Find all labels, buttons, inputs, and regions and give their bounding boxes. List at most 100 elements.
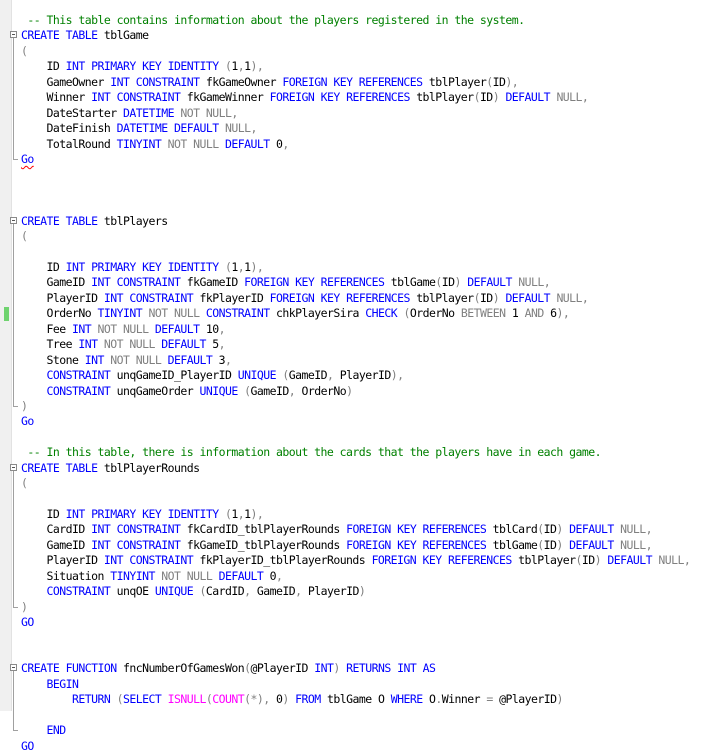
code-line-text: ID INT PRIMARY KEY IDENTITY (1,1), xyxy=(21,260,263,274)
code-line[interactable]: GameID INT CONSTRAINT fkGameID_tblPlayer… xyxy=(0,537,716,554)
keyword-token: FOREIGN KEY REFERENCES xyxy=(269,290,417,305)
code-line[interactable]: Stone INT NOT NULL DEFAULT 3, xyxy=(0,352,716,369)
collapse-region-icon[interactable] xyxy=(10,463,17,471)
code-line[interactable]: ( xyxy=(0,229,716,245)
code-line[interactable]: GameID INT CONSTRAINT fkGameID FOREIGN K… xyxy=(0,275,716,291)
operator-token: NULL, xyxy=(620,537,653,552)
code-line[interactable]: GO xyxy=(0,615,716,630)
identifier-token: GameID xyxy=(21,537,92,552)
code-area[interactable]: -- This table contains information about… xyxy=(0,13,716,754)
fold-guide xyxy=(13,275,14,291)
operator-token: ) xyxy=(358,584,366,599)
identifier-token: chkPlayerSira xyxy=(275,306,366,321)
collapse-region-icon[interactable] xyxy=(10,664,17,672)
keyword-token: DEFAULT xyxy=(154,321,206,336)
code-line[interactable]: Go xyxy=(0,151,716,167)
code-line[interactable] xyxy=(0,646,716,661)
code-line[interactable]: DateFinish DATETIME DEFAULT NULL, xyxy=(0,121,716,137)
code-line[interactable]: -- In this table, there is information a… xyxy=(0,445,716,460)
keyword-token: INT PRIMARY KEY IDENTITY xyxy=(65,260,225,274)
code-line[interactable]: CREATE TABLE tblGame xyxy=(0,28,716,44)
operator-token: , xyxy=(275,568,283,583)
code-line[interactable]: ( xyxy=(0,43,716,60)
identifier-token: tblPlayers xyxy=(103,213,168,228)
code-line[interactable] xyxy=(0,707,716,724)
code-line[interactable]: Winner INT CONSTRAINT fkGameWinner FOREI… xyxy=(0,90,716,106)
code-line-text: Situation TINYINT NOT NULL DEFAULT 0, xyxy=(21,569,282,583)
code-line[interactable] xyxy=(0,244,716,260)
operator-token: BETWEEN xyxy=(460,306,512,321)
identifier-token: ID xyxy=(543,522,557,537)
keyword-token: INT CONSTRAINT xyxy=(91,522,187,537)
code-line[interactable]: CONSTRAINT unqGameID_PlayerID UNIQUE (Ga… xyxy=(0,368,716,384)
code-line[interactable]: RETURN (SELECT ISNULL(COUNT(*), 0) FROM … xyxy=(0,692,716,708)
operator-token: ) xyxy=(556,692,563,707)
code-line[interactable] xyxy=(0,491,716,507)
code-line[interactable]: PlayerID INT CONSTRAINT fkPlayerID FOREI… xyxy=(0,290,716,307)
code-line[interactable] xyxy=(0,430,716,445)
code-line[interactable]: CONSTRAINT unqOE UNIQUE (CardID, GameID,… xyxy=(0,584,716,600)
code-line-text: Winner INT CONSTRAINT fkGameWinner FOREI… xyxy=(21,90,588,104)
sql-code-editor[interactable]: -- This table contains information about… xyxy=(0,0,716,753)
keyword-token: RETURNS INT AS xyxy=(346,661,436,676)
fold-guide xyxy=(13,568,14,585)
code-line[interactable]: ID INT PRIMARY KEY IDENTITY (1,1), xyxy=(0,59,716,75)
code-line[interactable]: ( xyxy=(0,476,716,492)
code-line[interactable]: DateStarter DATETIME NOT NULL, xyxy=(0,105,716,122)
code-line[interactable]: GameOwner INT CONSTRAINT fkGameOwner FOR… xyxy=(0,74,716,91)
fold-guide xyxy=(13,553,14,569)
code-line-text: DateFinish DATETIME DEFAULT NULL, xyxy=(21,121,257,135)
code-line[interactable]: ) xyxy=(0,398,716,414)
code-line[interactable]: Situation TINYINT NOT NULL DEFAULT 0, xyxy=(0,568,716,585)
identifier-token: ID xyxy=(543,537,557,552)
code-line[interactable]: BEGIN xyxy=(0,676,716,693)
code-line[interactable]: END xyxy=(0,723,716,738)
identifier-token: ID xyxy=(21,59,66,74)
code-line[interactable]: CREATE TABLE tblPlayers xyxy=(0,213,716,230)
identifier-token: tblPlayer xyxy=(518,553,576,568)
fold-guide xyxy=(13,337,14,353)
identifier-token: TotalRound xyxy=(21,136,117,151)
code-line[interactable]: Tree INT NOT NULL DEFAULT 5, xyxy=(0,337,716,353)
operator-token: ) xyxy=(556,537,570,552)
keyword-token: Go xyxy=(21,414,34,429)
keyword-token: DATETIME xyxy=(122,105,181,120)
code-line-text: CONSTRAINT unqGameOrder UNIQUE (GameID, … xyxy=(21,383,353,398)
keyword-token: INT xyxy=(314,661,334,676)
keyword-token: BEGIN xyxy=(21,676,79,691)
code-line-text: CREATE FUNCTION fncNumberOfGamesWon(@Pla… xyxy=(21,661,436,676)
keyword-token: UNIQUE xyxy=(199,383,245,398)
code-line-text: GameID INT CONSTRAINT fkGameID FOREIGN K… xyxy=(21,275,550,289)
code-line[interactable]: GO xyxy=(0,739,716,754)
code-line[interactable]: CREATE FUNCTION fncNumberOfGamesWon(@Pla… xyxy=(0,661,716,677)
code-line[interactable]: CONSTRAINT unqGameOrder UNIQUE (GameID, … xyxy=(0,383,716,399)
code-line[interactable]: OrderNo TINYINT NOT NULL CONSTRAINT chkP… xyxy=(0,306,716,322)
code-line[interactable]: CREATE TABLE tblPlayerRounds xyxy=(0,461,716,477)
code-line-text: GameOwner INT CONSTRAINT fkGameOwner FOR… xyxy=(21,75,518,89)
fold-guide xyxy=(13,105,14,122)
collapse-region-icon[interactable] xyxy=(10,216,17,224)
keyword-token: INT CONSTRAINT xyxy=(103,553,200,568)
code-line[interactable]: ) xyxy=(0,599,716,615)
code-line[interactable]: Go xyxy=(0,414,716,429)
code-line[interactable]: Fee INT NOT NULL DEFAULT 10, xyxy=(0,321,716,338)
code-line[interactable] xyxy=(0,167,716,182)
operator-token: ) xyxy=(492,90,506,105)
code-line[interactable] xyxy=(0,631,716,646)
collapse-region-icon[interactable] xyxy=(10,31,17,39)
code-line[interactable]: ID INT PRIMARY KEY IDENTITY (1,1), xyxy=(0,507,716,523)
code-line[interactable] xyxy=(0,183,716,198)
identifier-token: fkGameOwner xyxy=(205,74,283,89)
function-token: ISNULL xyxy=(167,692,207,707)
code-line[interactable]: -- This table contains information about… xyxy=(0,13,716,28)
identifier-token: OrderNo xyxy=(301,383,347,398)
code-line[interactable]: ID INT PRIMARY KEY IDENTITY (1,1), xyxy=(0,260,716,276)
code-line[interactable]: CardID INT CONSTRAINT fkCardID_tblPlayer… xyxy=(0,522,716,538)
keyword-token: UNIQUE xyxy=(154,584,200,599)
code-line[interactable] xyxy=(0,198,716,213)
code-line[interactable]: TotalRound TINYINT NOT NULL DEFAULT 0, xyxy=(0,136,716,152)
code-line[interactable]: PlayerID INT CONSTRAINT fkPlayerID_tblPl… xyxy=(0,553,716,569)
